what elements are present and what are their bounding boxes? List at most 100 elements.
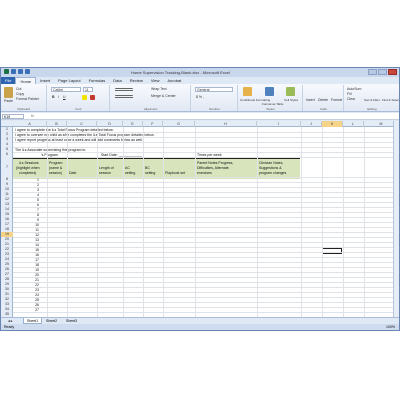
group-editing: AutoSum Fill Clear Sort & Filter Find & …	[345, 85, 399, 111]
session-number: 22	[35, 282, 39, 287]
header-sessions-2: (highlight when	[16, 166, 40, 170]
session-number: 9	[37, 217, 39, 222]
tab-file[interactable]: File	[1, 77, 16, 84]
session-number: 10	[35, 222, 39, 227]
formula-bar: K19 fx	[1, 113, 399, 120]
header-parent-1: Parent Notes Progress,	[197, 161, 234, 165]
column-header-d[interactable]: D	[97, 121, 123, 127]
group-label: Number	[209, 107, 220, 111]
gridline-horizontal	[13, 302, 399, 303]
cell-styles-button[interactable]: Cell Styles	[284, 98, 298, 102]
gridline-horizontal	[13, 312, 399, 313]
session-number: 14	[35, 242, 39, 247]
fill-button[interactable]: Fill	[347, 92, 351, 96]
header-ac-1: AC	[125, 166, 130, 170]
gridline-horizontal	[13, 292, 399, 293]
maximize-button[interactable]	[378, 69, 387, 75]
minimize-button[interactable]	[368, 69, 377, 75]
column-header-c[interactable]: C	[67, 121, 97, 127]
column-header-j[interactable]: J	[301, 121, 322, 127]
group-label: Cells	[320, 107, 327, 111]
tab-review[interactable]: Review	[126, 77, 147, 84]
paste-icon[interactable]	[4, 87, 13, 98]
column-header-l[interactable]: L	[343, 121, 364, 127]
underline-button[interactable]: U	[63, 95, 66, 99]
session-number: 21	[35, 277, 39, 282]
group-number: General $ % , Number	[192, 85, 238, 111]
gridline-horizontal	[13, 237, 399, 238]
session-number: 15	[35, 247, 39, 252]
excel-window: Home Supervision Tracking-Blank.xlsx - M…	[0, 67, 400, 331]
vertical-scrollbar[interactable]	[393, 121, 399, 317]
column-header-a[interactable]: A	[13, 121, 47, 127]
conditional-formatting-icon[interactable]	[243, 87, 252, 96]
fx-icon[interactable]: fx	[31, 114, 34, 118]
redo-icon[interactable]	[25, 69, 30, 74]
format-table-icon[interactable]	[265, 87, 274, 96]
gridline-horizontal	[13, 227, 399, 228]
copy-button[interactable]: Copy	[16, 92, 24, 96]
header-sessions-1: iLs Sessions	[19, 161, 39, 165]
group-label: Font	[75, 107, 82, 111]
group-label: Editing	[367, 107, 377, 111]
tab-data[interactable]: Data	[109, 77, 125, 84]
clear-button[interactable]: Clear	[347, 97, 355, 101]
column-header-g[interactable]: G	[163, 121, 195, 127]
session-number: 11	[35, 227, 39, 232]
cut-button[interactable]: Cut	[16, 87, 21, 91]
font-size-select[interactable]: 11	[83, 87, 93, 92]
header-clinician-1: Clinician Notes,	[259, 161, 284, 165]
row-headers: 1 2 3 4 5 6 7 8 9 10 11 12 13 14 15 16 17 18 19 20 21 22 23 24 2…	[1, 127, 13, 317]
gridline-horizontal	[13, 232, 399, 233]
wrap-text-button[interactable]: Wrap Text	[151, 87, 167, 91]
name-box[interactable]: K19	[2, 114, 24, 119]
insert-cells-button[interactable]: Insert	[306, 98, 315, 102]
column-header-i[interactable]: I	[257, 121, 301, 127]
merge-center-button[interactable]: Merge & Center	[151, 94, 176, 98]
currency-button[interactable]: $ % ,	[196, 95, 204, 99]
selected-cell[interactable]	[322, 248, 342, 254]
tab-page-layout[interactable]: Page Layout	[54, 77, 84, 84]
column-header-h[interactable]: H	[195, 121, 257, 127]
find-select-button[interactable]: Find & Select	[382, 98, 399, 102]
format-cells-button[interactable]: Format	[331, 98, 342, 102]
save-icon[interactable]	[11, 69, 16, 74]
align-center-icon[interactable]	[115, 95, 133, 99]
zoom-level[interactable]: 100%	[386, 325, 395, 329]
fill-color-icon[interactable]	[82, 95, 87, 100]
font-name-select[interactable]: Calibri	[51, 87, 81, 92]
column-header-e[interactable]: E	[123, 121, 143, 127]
autosum-button[interactable]: AutoSum	[347, 87, 361, 91]
number-format-select[interactable]: General	[195, 87, 233, 92]
gridline-horizontal	[13, 262, 399, 263]
cell-styles-icon[interactable]	[286, 87, 295, 96]
delete-cells-button[interactable]: Delete	[318, 98, 328, 102]
worksheet-grid[interactable]: ABCDEFGHIJKLM 1 2 3 4 5 6 7 8 9 10 11 12 13 14 15 16 17 1…	[1, 121, 399, 317]
tab-view[interactable]: View	[147, 77, 164, 84]
italic-button[interactable]: I	[58, 95, 59, 99]
group-label: Clipboard	[17, 107, 30, 111]
column-header-b[interactable]: B	[47, 121, 67, 127]
sort-filter-button[interactable]: Sort & Filter	[364, 98, 380, 102]
column-header-f[interactable]: F	[143, 121, 163, 127]
bold-button[interactable]: B	[52, 95, 55, 99]
format-table-button[interactable]: Format as Table	[262, 102, 283, 106]
gridline-horizontal	[13, 307, 399, 308]
session-number: 17	[35, 257, 39, 262]
gridline-horizontal	[13, 207, 399, 208]
font-color-icon[interactable]	[90, 95, 95, 100]
session-number: 4	[37, 192, 39, 197]
header-length-1: Length of	[99, 166, 114, 170]
tab-formulas[interactable]: Formulas	[85, 77, 110, 84]
close-button[interactable]	[388, 69, 397, 75]
status-text: Ready	[4, 325, 15, 329]
tab-acrobat[interactable]: Acrobat	[163, 77, 185, 84]
tab-insert[interactable]: Insert	[36, 77, 54, 84]
row-header-7[interactable]: 7	[1, 157, 13, 177]
undo-icon[interactable]	[18, 69, 23, 74]
paste-button[interactable]: Paste	[4, 99, 13, 103]
align-icon[interactable]	[115, 88, 133, 92]
tab-home[interactable]: Home	[15, 77, 37, 84]
format-painter-button[interactable]: Format Painter	[16, 97, 39, 101]
column-header-k[interactable]: K	[322, 121, 343, 127]
